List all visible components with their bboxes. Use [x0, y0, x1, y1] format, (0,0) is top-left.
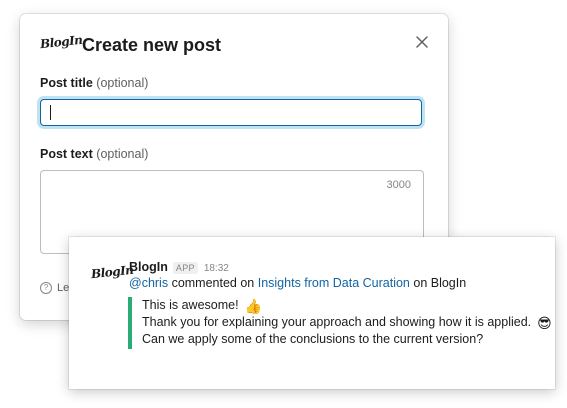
- post-title-input[interactable]: [40, 99, 422, 126]
- close-icon[interactable]: [414, 34, 430, 50]
- message-header: BlogIn APP 18:32: [129, 260, 229, 274]
- post-title-label-text: Post title: [40, 76, 93, 90]
- notification-message: BlogIn BlogIn APP 18:32 @chris commented…: [69, 237, 555, 389]
- sender-name[interactable]: BlogIn: [129, 260, 168, 274]
- post-text-optional: (optional): [96, 147, 149, 161]
- thumbs-up-icon: 👍: [244, 297, 262, 314]
- app-badge: APP: [172, 262, 198, 274]
- post-link[interactable]: Insights from Data Curation: [258, 276, 410, 290]
- quote-line-text: Thank you for explaining your approach a…: [142, 315, 532, 329]
- modal-title: Create new post: [82, 35, 222, 55]
- quote-line: This is awesome! 👍: [142, 297, 538, 314]
- message-summary: @chris commented on Insights from Data C…: [129, 276, 466, 290]
- modal-header: BlogIn Create new post: [20, 14, 448, 74]
- text-cursor: [50, 105, 51, 120]
- post-title-label: Post title (optional): [40, 76, 148, 90]
- post-title-optional: (optional): [96, 76, 149, 90]
- timestamp[interactable]: 18:32: [204, 263, 229, 274]
- help-icon: ?: [40, 282, 52, 294]
- comment-quote: This is awesome! 👍 Thank you for explain…: [128, 297, 552, 349]
- char-count: 3000: [386, 179, 411, 191]
- quote-line: Can we apply some of the conclusions to …: [142, 331, 538, 348]
- quote-line: Thank you for explaining your approach a…: [142, 314, 552, 331]
- suffix-text: on BlogIn: [409, 276, 467, 290]
- quote-line-text: This is awesome!: [142, 298, 239, 312]
- action-text: commented on: [168, 276, 258, 290]
- post-text-label: Post text (optional): [40, 147, 148, 161]
- user-mention[interactable]: @chris: [129, 276, 168, 290]
- quote-line-text: Can we apply some of the conclusions to …: [142, 332, 484, 346]
- blogin-logo: BlogIn: [39, 32, 84, 52]
- sunglasses-icon: 😎: [537, 314, 552, 331]
- blogin-avatar: BlogIn: [90, 262, 135, 282]
- post-text-label-text: Post text: [40, 147, 93, 161]
